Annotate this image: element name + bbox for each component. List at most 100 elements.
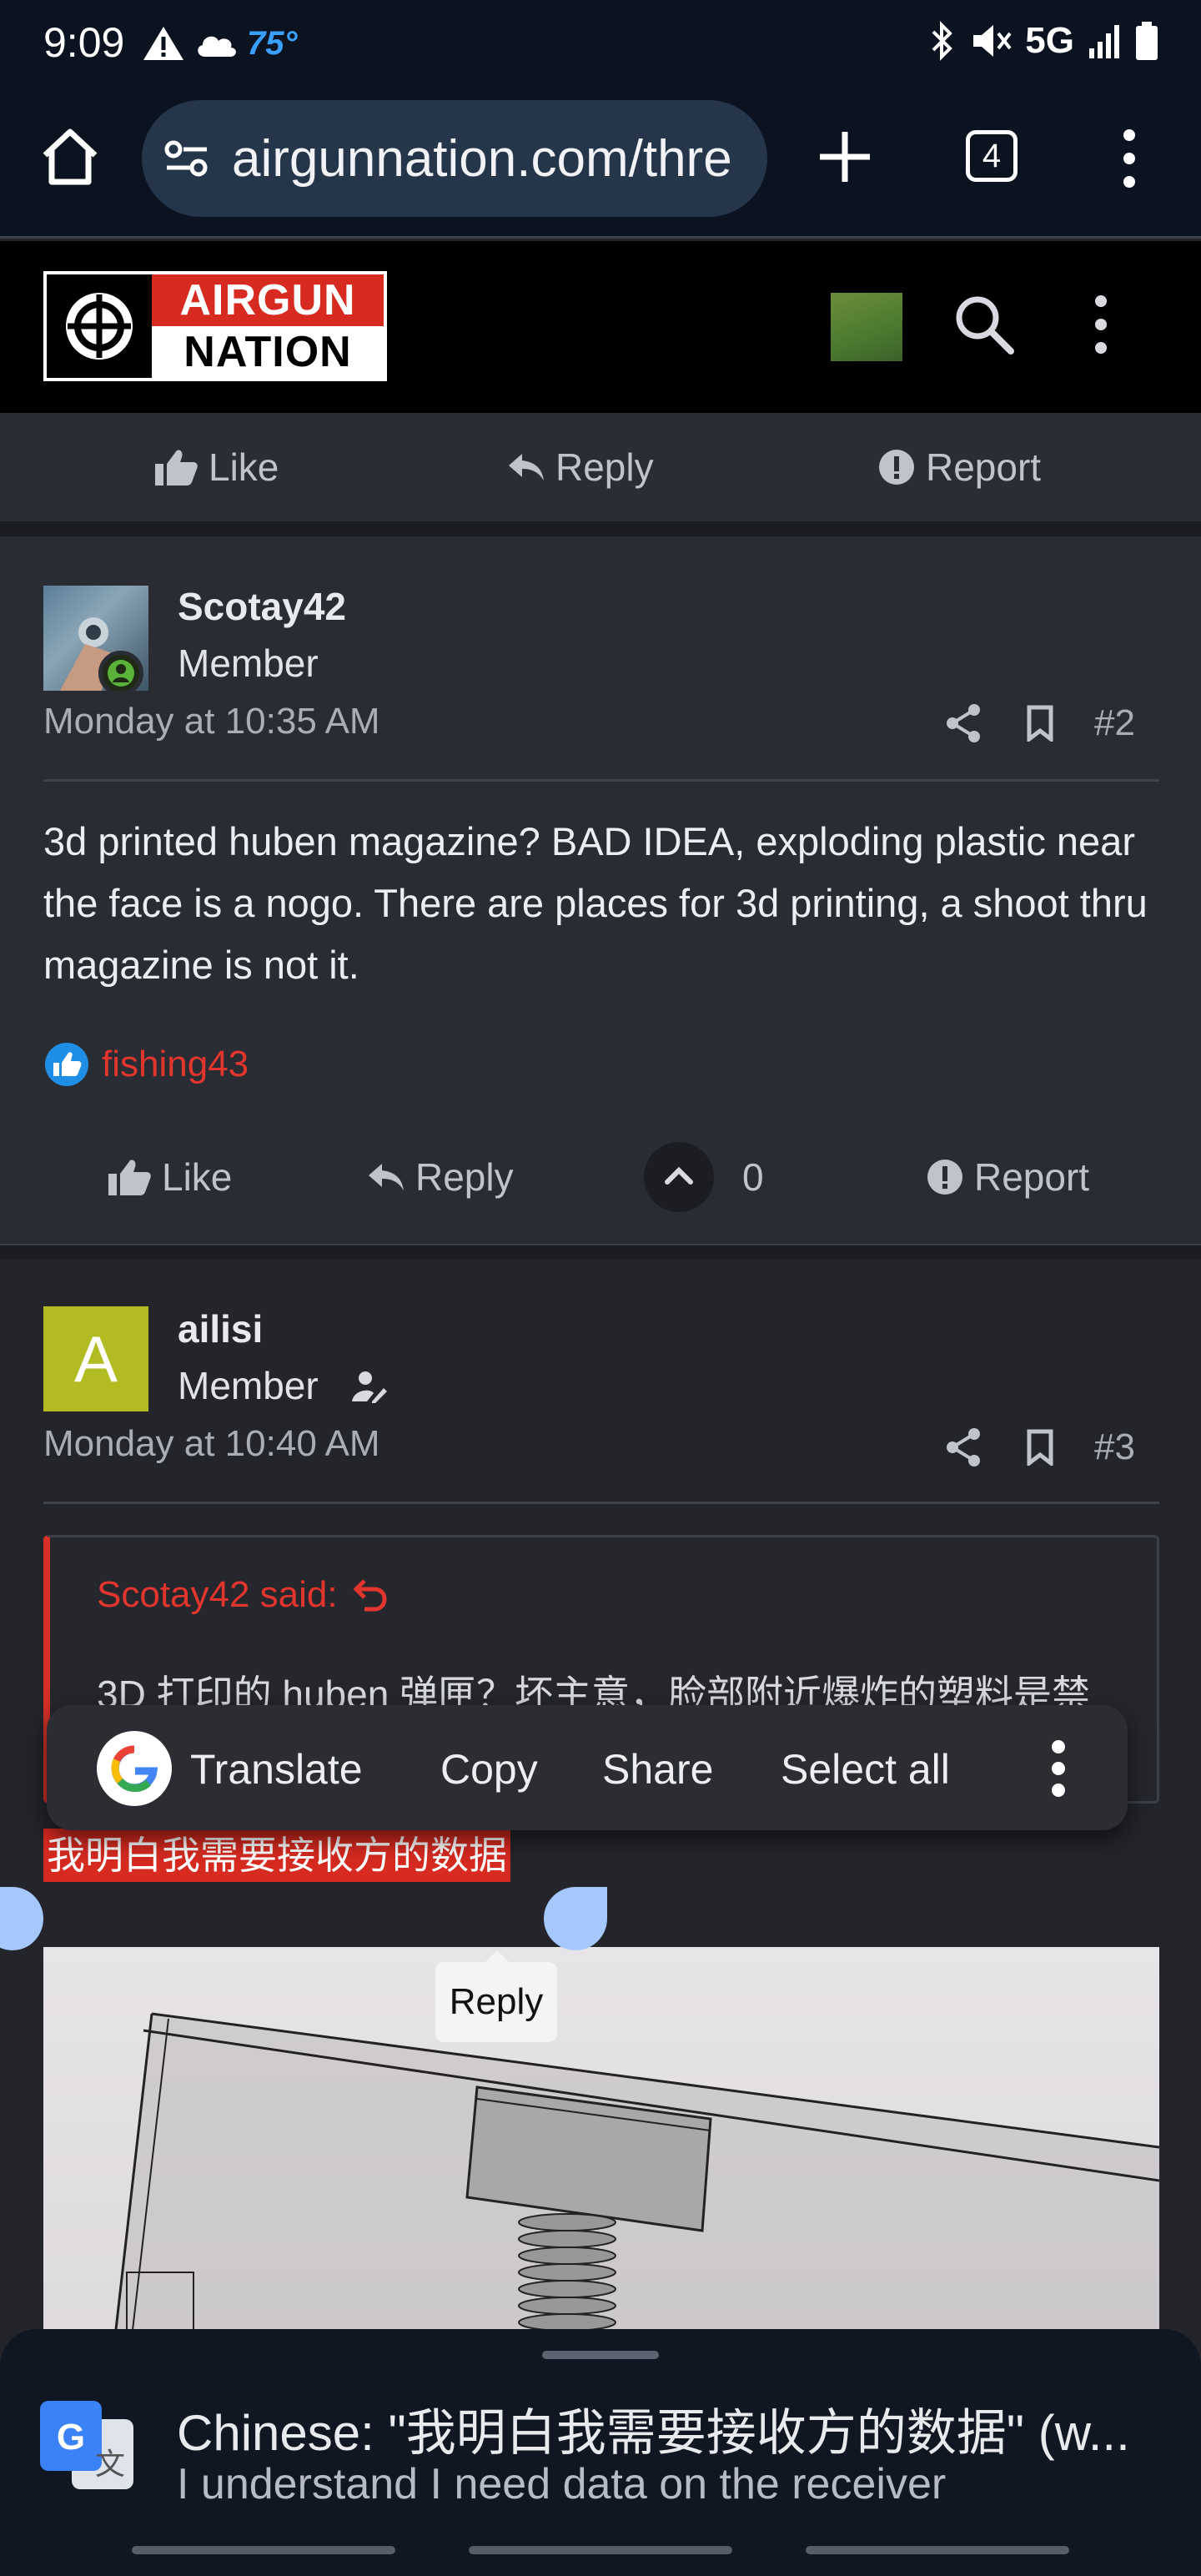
text-selection-toolbar: Translate Copy Share Select all: [47, 1705, 1128, 1830]
search-icon[interactable]: [951, 291, 1018, 358]
site-menu-icon[interactable]: [1093, 291, 1109, 358]
cad-drawing-illustration: [108, 2012, 1159, 2381]
share-icon[interactable]: [946, 703, 982, 743]
browser-toolbar: airgunnation.com/thre 4: [0, 92, 1201, 239]
logo-word-bottom: NATION: [152, 326, 384, 378]
logo-word-top: AIRGUN: [152, 274, 384, 326]
thumbs-up-icon: [155, 450, 198, 486]
signal-icon: [1089, 25, 1119, 58]
like-label: Like: [209, 445, 279, 489]
selection-handle-end[interactable]: [544, 1887, 607, 1950]
site-settings-icon[interactable]: [163, 138, 210, 179]
nav-pill-right[interactable]: [806, 2546, 1069, 2554]
select-all-button[interactable]: Select all: [781, 1745, 950, 1794]
reply-icon: [509, 454, 544, 480]
translate-source-text: Chinese: "我明白我需要接收方的数据" (w...: [177, 2405, 1130, 2461]
post-separator: [0, 521, 1201, 536]
bookmark-icon[interactable]: [1026, 1429, 1054, 1466]
alert-circle-icon: [879, 450, 914, 485]
translate-bottom-sheet[interactable]: G 文 Chinese: "我明白我需要接收方的数据" (w... I unde…: [0, 2329, 1201, 2576]
browser-menu-icon[interactable]: [1116, 125, 1143, 192]
like-label: Like: [162, 1155, 233, 1199]
selected-text[interactable]: 我明白我需要接收方的数据: [43, 1829, 510, 1882]
battery-icon: [1136, 22, 1158, 60]
site-logo[interactable]: AIRGUN NATION: [43, 271, 387, 381]
translate-button[interactable]: Translate: [190, 1745, 363, 1794]
thumbs-up-icon: [108, 1160, 151, 1195]
address-bar[interactable]: airgunnation.com/thre: [142, 100, 767, 217]
google-translate-icon: G 文: [40, 2401, 133, 2489]
home-icon[interactable]: [38, 125, 102, 189]
google-g-icon: [97, 1731, 172, 1806]
cloud-icon: [198, 36, 236, 57]
post-username[interactable]: ailisi: [178, 1306, 263, 1351]
copy-button[interactable]: Copy: [440, 1745, 538, 1794]
reply-label: Reply: [415, 1155, 514, 1199]
post-body: 3d printed huben magazine? BAD IDEA, exp…: [43, 819, 1148, 987]
reply-label: Reply: [555, 445, 654, 489]
reply-icon: [369, 1164, 404, 1190]
post-header-divider: [43, 1502, 1159, 1504]
like-button[interactable]: Like: [107, 1155, 232, 1200]
quote-author: Scotay42 said:: [97, 1574, 338, 1615]
like-reaction-icon: [45, 1043, 88, 1086]
share-button[interactable]: Share: [602, 1745, 713, 1794]
upvote-button[interactable]: 0: [644, 1142, 764, 1212]
alert-circle-icon: [927, 1160, 962, 1195]
like-button[interactable]: Like: [153, 445, 279, 490]
new-tab-icon[interactable]: [813, 125, 877, 189]
status-right-group: 5G: [927, 20, 1159, 62]
quote-reply-tooltip[interactable]: Reply: [435, 1950, 557, 2042]
sheet-drag-handle[interactable]: [542, 2351, 659, 2359]
post-number-link[interactable]: #3: [1094, 1426, 1135, 1468]
svg-text:G: G: [57, 2417, 85, 2458]
report-button[interactable]: Report: [877, 445, 1041, 490]
warning-icon: [143, 27, 183, 60]
nav-pill-left[interactable]: [132, 2546, 395, 2554]
user-avatar-ailisi[interactable]: A: [43, 1306, 148, 1411]
previous-post-actions: Like Reply Report: [0, 413, 1201, 521]
post-number-link[interactable]: #2: [1094, 702, 1135, 744]
post-2-actions: Like Reply 0 Report: [0, 1123, 1201, 1231]
site-header: AIRGUN NATION: [0, 241, 1201, 413]
report-label: Report: [974, 1155, 1090, 1199]
post-user-title: Member: [178, 641, 319, 685]
post-tools: #2: [946, 702, 1135, 744]
post-header-divider: [43, 779, 1159, 782]
tab-switcher-button[interactable]: 4: [966, 130, 1018, 182]
network-type: 5G: [1025, 20, 1074, 61]
post-date[interactable]: Monday at 10:35 AM: [43, 701, 380, 742]
bookmark-icon[interactable]: [1026, 705, 1054, 742]
reactions-bar: fishing43: [43, 1041, 249, 1088]
reply-button[interactable]: Reply: [507, 445, 654, 490]
svg-text:文: 文: [95, 2448, 125, 2482]
reaction-username[interactable]: fishing43: [102, 1044, 249, 1085]
status-temperature: 75°: [247, 25, 298, 62]
chevron-up-icon: [644, 1142, 714, 1212]
bluetooth-icon: [932, 21, 953, 61]
post-attachment-image[interactable]: [43, 1947, 1159, 2381]
report-label: Report: [926, 445, 1042, 489]
post-date[interactable]: Monday at 10:40 AM: [43, 1423, 380, 1465]
vote-count: 0: [742, 1155, 764, 1199]
post-username[interactable]: Scotay42: [178, 584, 346, 629]
user-edit-icon: [352, 1371, 387, 1403]
quote-author-link[interactable]: Scotay42 said:: [97, 1574, 388, 1616]
post-tools: #3: [946, 1426, 1135, 1468]
share-icon[interactable]: [946, 1427, 982, 1467]
report-button[interactable]: Report: [926, 1155, 1089, 1200]
go-to-quote-icon: [353, 1579, 387, 1612]
translate-result-text: I understand I need data on the receiver: [177, 2460, 947, 2508]
account-avatar[interactable]: [831, 293, 902, 361]
more-options-icon[interactable]: [1051, 1737, 1066, 1800]
status-time: 9:09: [43, 19, 125, 66]
online-status-icon: [98, 651, 143, 696]
post-separator: [0, 1244, 1201, 1259]
post-user-title: Member: [178, 1364, 319, 1407]
crosshair-icon: [47, 274, 152, 378]
reply-button[interactable]: Reply: [367, 1155, 514, 1200]
nav-pill-center[interactable]: [469, 2546, 732, 2554]
url-text[interactable]: airgunnation.com/thre: [232, 129, 732, 189]
status-bar: 9:09 75° 5G: [0, 0, 1201, 92]
mute-icon: [973, 25, 1012, 57]
